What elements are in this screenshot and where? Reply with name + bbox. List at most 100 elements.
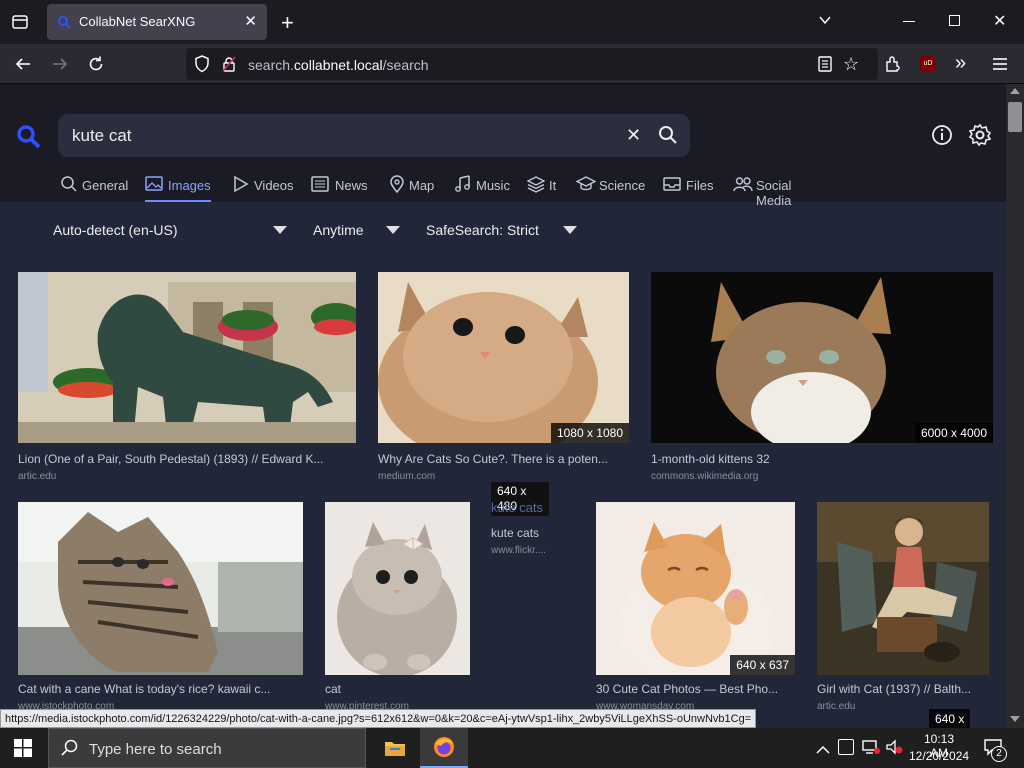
ublock-origin-icon[interactable]: uD	[920, 56, 936, 72]
broken-image-alt-text: kute cats	[491, 500, 544, 515]
windows-start-icon[interactable]	[14, 739, 32, 762]
windows-taskbar: Type here to search 10:13 AM 12/20/2024 …	[0, 728, 1024, 768]
graduation-cap-icon	[576, 176, 596, 191]
close-window-button[interactable]: ✕	[993, 11, 1006, 31]
new-tab-button[interactable]: +	[281, 10, 294, 36]
girl-with-cat-painting-image	[817, 502, 989, 675]
scroll-up-arrow-icon[interactable]	[1010, 88, 1020, 94]
settings-gear-icon[interactable]	[968, 123, 992, 152]
result-title[interactable]: 1-month-old kittens 32	[651, 452, 993, 466]
play-icon	[234, 175, 249, 193]
taskbar-search-placeholder: Type here to search	[89, 741, 222, 758]
restore-window-button[interactable]	[949, 15, 960, 26]
scroll-down-arrow-icon[interactable]	[1010, 716, 1020, 722]
search-box[interactable]: kute cat ✕	[58, 114, 690, 157]
back-icon[interactable]	[14, 55, 32, 78]
more-tools-chevron-icon[interactable]: »	[955, 52, 966, 75]
browser-tab-bar: CollabNet SearXNG ✕ + ✕	[0, 0, 1024, 44]
browser-tab-active[interactable]: CollabNet SearXNG ✕	[47, 4, 267, 40]
network-tray-icon[interactable]	[862, 739, 880, 760]
result-thumbnail[interactable]	[325, 502, 470, 675]
map-pin-icon	[390, 175, 404, 193]
result-thumbnail[interactable]: 1080 x 1080	[378, 272, 629, 443]
lock-insecure-icon[interactable]	[222, 56, 236, 77]
result-title[interactable]: Lion (One of a Pair, South Pedestal) (18…	[18, 452, 356, 466]
tab-files[interactable]: Files	[663, 177, 715, 202]
tab-general[interactable]: General	[60, 176, 130, 202]
searxng-logo-icon[interactable]	[16, 124, 42, 155]
tab-science[interactable]: Science	[576, 176, 646, 202]
image-dimensions-badge: 6000 x 4000	[914, 423, 993, 443]
shield-icon[interactable]	[194, 55, 210, 78]
fluffy-kitten-image	[325, 502, 470, 675]
result-thumbnail[interactable]	[817, 502, 989, 675]
volume-muted-icon[interactable]	[886, 739, 904, 760]
url-bar[interactable]: search.collabnet.local/search ☆	[186, 48, 878, 80]
reload-icon[interactable]	[87, 55, 105, 78]
status-url-tooltip: https://media.istockphoto.com/id/1226324…	[0, 709, 757, 728]
reader-view-icon[interactable]	[818, 56, 832, 77]
search-header: kute cat ✕ General Images Videos News Ma…	[0, 84, 1006, 208]
kitten-closeup-image	[378, 272, 629, 443]
image-dimensions-badge: 1080 x 1080	[550, 423, 629, 443]
tab-title: CollabNet SearXNG	[79, 14, 196, 29]
result-thumbnail[interactable]: 640 x 637	[596, 502, 795, 675]
bookmark-star-icon[interactable]: ☆	[843, 54, 859, 75]
tab-videos[interactable]: Videos	[232, 175, 294, 202]
menu-hamburger-icon[interactable]	[992, 57, 1008, 76]
result-thumbnail[interactable]	[18, 502, 303, 675]
searxng-favicon-icon	[58, 16, 71, 29]
forward-icon[interactable]	[51, 55, 69, 78]
time-range-select[interactable]: Anytime	[313, 222, 364, 238]
layers-icon	[527, 176, 545, 193]
tab-images[interactable]: Images	[145, 176, 211, 202]
result-title[interactable]: Cat with a cane What is today's rice? ka…	[18, 682, 303, 696]
search-input[interactable]: kute cat	[72, 126, 132, 146]
file-explorer-icon[interactable]	[384, 738, 406, 763]
tab-it[interactable]: It	[527, 176, 561, 202]
result-title[interactable]: Girl with Cat (1937) // Balth...	[817, 682, 989, 696]
lion-statue-image	[18, 272, 356, 443]
image-dimensions-badge: 640 x 637	[730, 655, 795, 675]
result-title[interactable]: 30 Cute Cat Photos — Best Pho...	[596, 682, 798, 696]
result-thumbnail[interactable]	[18, 272, 356, 443]
language-chevron-down-icon[interactable]	[273, 226, 287, 234]
taskbar-search-box[interactable]: Type here to search	[48, 728, 366, 768]
search-submit-icon[interactable]	[658, 125, 678, 150]
info-icon[interactable]	[931, 124, 953, 151]
cat-lying-image	[18, 502, 303, 675]
list-all-tabs-icon[interactable]	[817, 12, 833, 33]
result-title[interactable]: cat	[325, 682, 470, 696]
result-thumbnail[interactable]: 6000 x 4000	[651, 272, 993, 443]
close-tab-icon[interactable]: ✕	[244, 12, 257, 30]
language-select[interactable]: Auto-detect (en-US)	[53, 222, 178, 238]
tab-music[interactable]: Music	[454, 175, 512, 202]
tab-news[interactable]: News	[311, 176, 371, 202]
safesearch-chevron-down-icon[interactable]	[563, 226, 577, 234]
tab-map[interactable]: Map	[388, 175, 436, 202]
security-tray-icon[interactable]	[838, 739, 854, 755]
firefox-icon	[434, 737, 454, 757]
result-source: artic.edu	[817, 701, 856, 712]
search-icon	[61, 739, 79, 762]
minimize-window-button[interactable]	[903, 21, 915, 22]
time-chevron-down-icon[interactable]	[386, 226, 400, 234]
result-title[interactable]: kute cats	[491, 526, 561, 540]
result-title[interactable]: Why Are Cats So Cute?. There is a poten.…	[378, 452, 634, 466]
firefox-taskbar-button[interactable]	[420, 728, 468, 768]
tabby-kitten-image	[651, 272, 993, 443]
result-thumbnail[interactable]: 640 x 480 kute cats	[491, 482, 549, 522]
safesearch-select[interactable]: SafeSearch: Strict	[426, 222, 539, 238]
tab-list-icon[interactable]	[10, 12, 30, 32]
extensions-icon[interactable]	[884, 55, 902, 78]
clock-date[interactable]: 12/20/2024	[909, 749, 969, 763]
result-source: medium.com	[378, 471, 436, 482]
clear-search-icon[interactable]: ✕	[626, 125, 641, 146]
page-scrollbar[interactable]	[1006, 84, 1024, 728]
scrollbar-thumb[interactable]	[1008, 102, 1022, 132]
result-source: commons.wikimedia.org	[651, 471, 759, 482]
show-hidden-icons-chevron-icon[interactable]	[816, 742, 830, 760]
url-text: search.collabnet.local/search	[248, 57, 429, 73]
tab-social-media[interactable]: Social Media	[733, 177, 829, 208]
music-icon	[455, 175, 470, 192]
